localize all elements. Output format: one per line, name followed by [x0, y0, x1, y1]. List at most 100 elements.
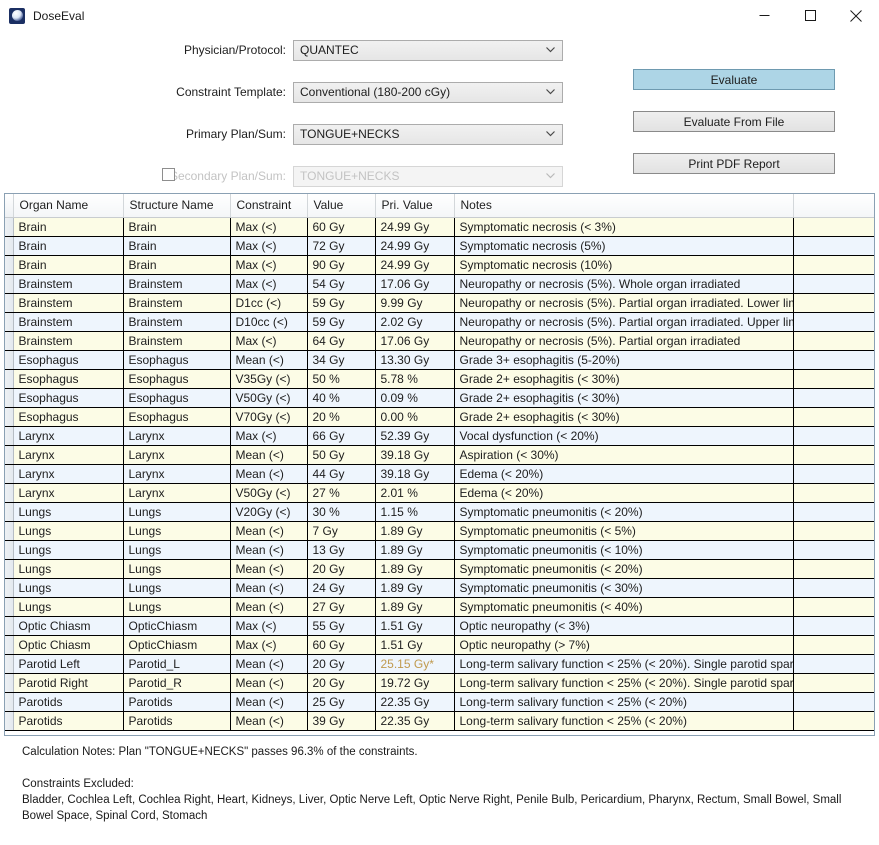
table-row[interactable]: Brain Brain Max (<) 90 Gy 24.99 Gy Symptomati…: [5, 255, 874, 275]
cell-pri-value[interactable]: 0.09 %: [375, 388, 455, 408]
cell-notes[interactable]: Symptomatic pneumonitis (< 30%): [454, 578, 794, 598]
cell-notes[interactable]: Edema (< 20%): [454, 464, 794, 484]
cell-structure-name[interactable]: Larynx: [123, 464, 231, 484]
cell-extra[interactable]: [793, 426, 874, 446]
table-row[interactable]: Parotids Parotids Mean (<) 39 Gy 22.35 Gy Lon…: [5, 711, 874, 731]
cell-pri-value[interactable]: 1.89 Gy: [375, 578, 455, 598]
cell-structure-name[interactable]: Lungs: [123, 559, 231, 579]
cell-organ-name[interactable]: Esophagus: [13, 407, 124, 427]
cell-extra[interactable]: [793, 483, 874, 503]
row-selector-cell[interactable]: [5, 635, 14, 655]
cell-structure-name[interactable]: Larynx: [123, 445, 231, 465]
cell-organ-name[interactable]: Parotid Left: [13, 654, 124, 674]
cell-extra[interactable]: [793, 236, 874, 256]
cell-value[interactable]: 24 Gy: [307, 578, 376, 598]
cell-pri-value[interactable]: 1.89 Gy: [375, 559, 455, 579]
table-row[interactable]: Esophagus Esophagus V70Gy (<) 20 % 0.00 % Gra…: [5, 407, 874, 427]
row-selector-cell[interactable]: [5, 407, 14, 427]
cell-pri-value[interactable]: 1.15 %: [375, 502, 455, 522]
cell-pri-value[interactable]: 24.99 Gy: [375, 236, 455, 256]
cell-organ-name[interactable]: Esophagus: [13, 388, 124, 408]
cell-extra[interactable]: [793, 350, 874, 370]
cell-structure-name[interactable]: OpticChiasm: [123, 635, 231, 655]
cell-extra[interactable]: [793, 616, 874, 636]
cell-pri-value[interactable]: 5.78 %: [375, 369, 455, 389]
cell-pri-value[interactable]: 25.15 Gy*: [375, 654, 455, 674]
cell-constraint[interactable]: Mean (<): [230, 540, 308, 560]
cell-value[interactable]: 59 Gy: [307, 293, 376, 313]
row-selector-cell[interactable]: [5, 464, 14, 484]
cell-extra[interactable]: [793, 445, 874, 465]
cell-notes[interactable]: Neuropathy or necrosis (5%). Partial org…: [454, 293, 794, 313]
cell-pri-value[interactable]: 39.18 Gy: [375, 464, 455, 484]
cell-value[interactable]: 50 %: [307, 369, 376, 389]
cell-notes[interactable]: Long-term salivary function < 25% (< 20%…: [454, 654, 794, 674]
cell-constraint[interactable]: Max (<): [230, 217, 308, 237]
row-selector-cell[interactable]: [5, 445, 14, 465]
cell-organ-name[interactable]: Brainstem: [13, 293, 124, 313]
row-selector-cell[interactable]: [5, 654, 14, 674]
cell-extra[interactable]: [793, 502, 874, 522]
cell-structure-name[interactable]: Esophagus: [123, 369, 231, 389]
table-row[interactable]: Lungs Lungs V20Gy (<) 30 % 1.15 % Symptomatic…: [5, 502, 874, 522]
cell-constraint[interactable]: Max (<): [230, 331, 308, 351]
cell-pri-value[interactable]: 2.01 %: [375, 483, 455, 503]
cell-pri-value[interactable]: 22.35 Gy: [375, 692, 455, 712]
cell-notes[interactable]: Aspiration (< 30%): [454, 445, 794, 465]
cell-organ-name[interactable]: Lungs: [13, 521, 124, 541]
cell-organ-name[interactable]: Brainstem: [13, 274, 124, 294]
cell-value[interactable]: 60 Gy: [307, 635, 376, 655]
cell-value[interactable]: 55 Gy: [307, 616, 376, 636]
table-row[interactable]: Brainstem Brainstem Max (<) 64 Gy 17.06 Gy Ne…: [5, 331, 874, 351]
cell-notes[interactable]: Long-term salivary function < 25% (< 20%…: [454, 673, 794, 693]
cell-notes[interactable]: Grade 2+ esophagitis (< 30%): [454, 407, 794, 427]
cell-pri-value[interactable]: 24.99 Gy: [375, 217, 455, 237]
cell-notes[interactable]: Grade 2+ esophagitis (< 30%): [454, 369, 794, 389]
table-row[interactable]: Brainstem Brainstem D10cc (<) 59 Gy 2.02 Gy N…: [5, 312, 874, 332]
cell-notes[interactable]: Neuropathy or necrosis (5%). Partial org…: [454, 312, 794, 332]
cell-constraint[interactable]: D10cc (<): [230, 312, 308, 332]
table-row[interactable]: Lungs Lungs Mean (<) 20 Gy 1.89 Gy Symptomati…: [5, 559, 874, 579]
cell-constraint[interactable]: Mean (<): [230, 578, 308, 598]
cell-value[interactable]: 90 Gy: [307, 255, 376, 275]
table-row[interactable]: Esophagus Esophagus Mean (<) 34 Gy 13.30 Gy G…: [5, 350, 874, 370]
table-row[interactable]: Larynx Larynx Max (<) 66 Gy 52.39 Gy Vocal dy…: [5, 426, 874, 446]
row-selector-cell[interactable]: [5, 578, 14, 598]
cell-extra[interactable]: [793, 578, 874, 598]
cell-structure-name[interactable]: Lungs: [123, 521, 231, 541]
cell-structure-name[interactable]: Parotid_L: [123, 654, 231, 674]
cell-organ-name[interactable]: Esophagus: [13, 350, 124, 370]
cell-constraint[interactable]: Max (<): [230, 426, 308, 446]
cell-extra[interactable]: [793, 540, 874, 560]
cell-pri-value[interactable]: 1.89 Gy: [375, 521, 455, 541]
cell-value[interactable]: 72 Gy: [307, 236, 376, 256]
cell-constraint[interactable]: Max (<): [230, 274, 308, 294]
cell-organ-name[interactable]: Larynx: [13, 464, 124, 484]
cell-extra[interactable]: [793, 369, 874, 389]
cell-pri-value[interactable]: 1.51 Gy: [375, 616, 455, 636]
cell-constraint[interactable]: Mean (<): [230, 521, 308, 541]
table-row[interactable]: Parotid Right Parotid_R Mean (<) 20 Gy 19.72…: [5, 673, 874, 693]
table-row[interactable]: Larynx Larynx V50Gy (<) 27 % 2.01 % Edema (< …: [5, 483, 874, 503]
table-row[interactable]: Esophagus Esophagus V35Gy (<) 50 % 5.78 % Gra…: [5, 369, 874, 389]
row-selector-cell[interactable]: [5, 483, 14, 503]
cell-extra[interactable]: [793, 312, 874, 332]
cell-extra[interactable]: [793, 521, 874, 541]
cell-notes[interactable]: Symptomatic pneumonitis (< 5%): [454, 521, 794, 541]
table-row[interactable]: Lungs Lungs Mean (<) 13 Gy 1.89 Gy Symptomati…: [5, 540, 874, 560]
cell-pri-value[interactable]: 9.99 Gy: [375, 293, 455, 313]
cell-pri-value[interactable]: 1.89 Gy: [375, 540, 455, 560]
cell-extra[interactable]: [793, 597, 874, 617]
cell-organ-name[interactable]: Lungs: [13, 540, 124, 560]
row-selector-cell[interactable]: [5, 350, 14, 370]
cell-constraint[interactable]: Mean (<): [230, 597, 308, 617]
constraint-template-select[interactable]: Conventional (180-200 cGy): [293, 81, 563, 103]
cell-organ-name[interactable]: Optic Chiasm: [13, 635, 124, 655]
cell-value[interactable]: 20 Gy: [307, 673, 376, 693]
row-selector-cell[interactable]: [5, 331, 14, 351]
cell-value[interactable]: 7 Gy: [307, 521, 376, 541]
cell-notes[interactable]: Symptomatic pneumonitis (< 40%): [454, 597, 794, 617]
cell-extra[interactable]: [793, 654, 874, 674]
cell-value[interactable]: 54 Gy: [307, 274, 376, 294]
cell-structure-name[interactable]: Lungs: [123, 502, 231, 522]
